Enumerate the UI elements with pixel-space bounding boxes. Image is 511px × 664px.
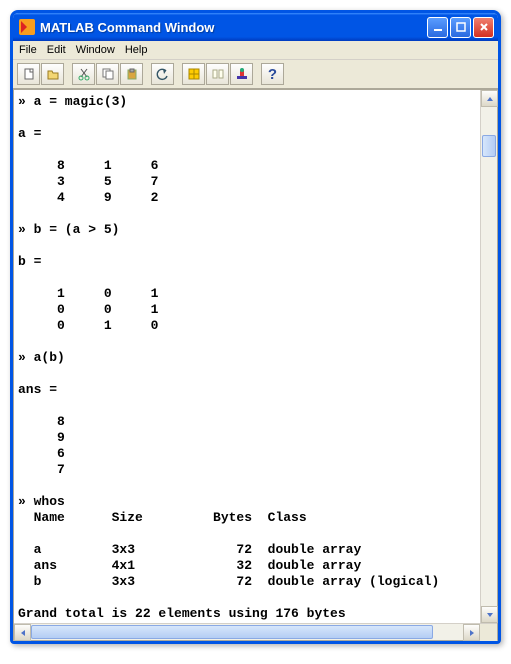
scrollbar-corner (480, 624, 497, 641)
open-file-button[interactable] (41, 63, 64, 85)
minimize-icon (433, 22, 443, 32)
maximize-button[interactable] (450, 17, 471, 38)
horizontal-scrollbar[interactable] (14, 623, 497, 640)
clipboard-icon (125, 67, 139, 81)
cut-button[interactable] (72, 63, 95, 85)
scroll-up-button[interactable] (481, 90, 498, 107)
copy-icon (101, 67, 115, 81)
scroll-thumb-vertical[interactable] (482, 135, 496, 157)
minimize-button[interactable] (427, 17, 448, 38)
open-folder-icon (46, 67, 60, 81)
toolbar-separator (65, 63, 71, 85)
menu-edit[interactable]: Edit (47, 44, 66, 56)
close-button[interactable] (473, 17, 494, 38)
vertical-scrollbar[interactable] (480, 90, 497, 623)
new-file-button[interactable] (17, 63, 40, 85)
chevron-right-icon (468, 629, 476, 637)
grid-icon (187, 67, 201, 81)
help-button[interactable]: ? (261, 63, 284, 85)
paste-button[interactable] (120, 63, 143, 85)
path-button[interactable] (206, 63, 229, 85)
simulink-icon (235, 67, 249, 81)
scroll-track-horizontal[interactable] (31, 624, 463, 640)
scroll-thumb-horizontal[interactable] (31, 625, 433, 639)
toolbar-separator (254, 63, 260, 85)
undo-button[interactable] (151, 63, 174, 85)
chevron-up-icon (486, 95, 494, 103)
command-window-output[interactable]: » a = magic(3) a = 8 1 6 3 5 7 4 9 2 » b… (14, 90, 497, 640)
close-icon (479, 22, 489, 32)
maximize-icon (456, 22, 466, 32)
content-area: » a = magic(3) a = 8 1 6 3 5 7 4 9 2 » b… (13, 89, 498, 641)
scroll-track-vertical[interactable] (481, 107, 497, 606)
window: MATLAB Command Window File Edit Window H… (10, 10, 501, 644)
simulink-button[interactable] (230, 63, 253, 85)
menu-file[interactable]: File (19, 44, 37, 56)
window-controls (427, 17, 494, 38)
menu-help[interactable]: Help (125, 44, 148, 56)
scroll-down-button[interactable] (481, 606, 498, 623)
scissors-icon (77, 67, 91, 81)
workspace-button[interactable] (182, 63, 205, 85)
toolbar-separator (144, 63, 150, 85)
window-title: MATLAB Command Window (40, 20, 427, 35)
scroll-right-button[interactable] (463, 624, 480, 641)
undo-icon (156, 67, 170, 81)
toolbar: ? (13, 60, 498, 89)
new-file-icon (22, 67, 36, 81)
matlab-icon (19, 19, 35, 35)
menu-window[interactable]: Window (76, 44, 115, 56)
titlebar[interactable]: MATLAB Command Window (13, 13, 498, 41)
menubar: File Edit Window Help (13, 41, 498, 60)
path-icon (211, 67, 225, 81)
scroll-left-button[interactable] (14, 624, 31, 641)
chevron-down-icon (486, 611, 494, 619)
copy-button[interactable] (96, 63, 119, 85)
toolbar-separator (175, 63, 181, 85)
chevron-left-icon (19, 629, 27, 637)
